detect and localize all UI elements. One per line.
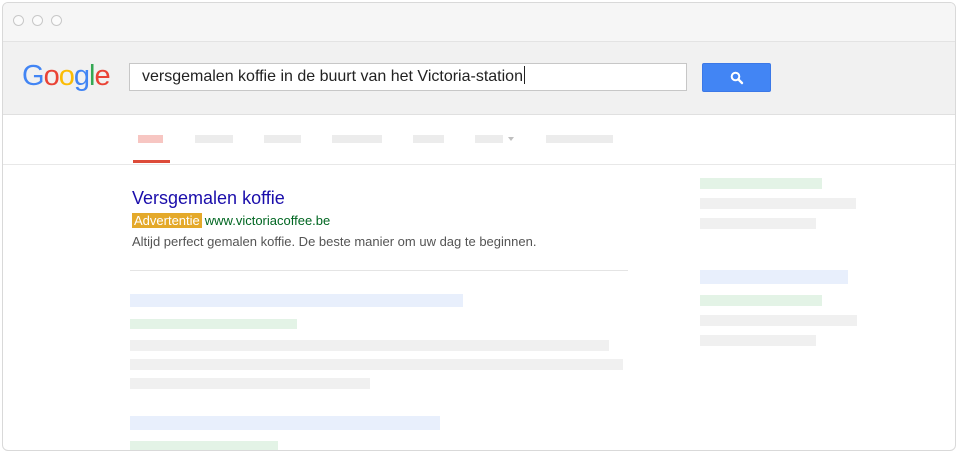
search-query-text: versgemalen koffie in de buurt van het V… — [142, 68, 523, 85]
result-snippet-placeholder — [130, 359, 623, 370]
result-url-placeholder — [130, 319, 297, 329]
search-tabs — [3, 115, 955, 165]
logo-letter: g — [73, 60, 90, 92]
search-icon — [730, 71, 744, 85]
tab-more[interactable] — [475, 135, 503, 143]
sidebar-placeholder — [700, 178, 822, 189]
tab-placeholder[interactable] — [332, 135, 382, 143]
ad-result-title[interactable]: Versgemalen koffie — [132, 187, 285, 209]
text-cursor — [523, 66, 525, 84]
logo-letter: o — [43, 60, 60, 92]
result-title-placeholder[interactable] — [130, 416, 440, 430]
logo-letter: e — [94, 60, 110, 92]
ad-badge: Advertentie — [132, 213, 202, 228]
tab-all[interactable] — [138, 135, 163, 143]
result-snippet-placeholder — [130, 340, 609, 351]
search-input[interactable]: versgemalen koffie in de buurt van het V… — [129, 63, 687, 91]
sidebar-placeholder[interactable] — [700, 270, 848, 284]
result-title-placeholder[interactable] — [130, 294, 463, 307]
ad-result-meta: Advertentie www.victoriacoffee.be — [132, 213, 330, 229]
tab-placeholder[interactable] — [195, 135, 233, 143]
maximize-window-button[interactable] — [51, 15, 62, 26]
results-divider — [130, 270, 628, 271]
logo-letter: o — [58, 60, 75, 92]
minimize-window-button[interactable] — [32, 15, 43, 26]
active-tab-indicator — [133, 160, 170, 163]
result-url-placeholder — [130, 441, 278, 450]
ad-result-url[interactable]: www.victoriacoffee.be — [205, 213, 331, 228]
search-header: Google versgemalen koffie in de buurt va… — [3, 42, 955, 115]
sidebar-placeholder — [700, 218, 816, 229]
sidebar-placeholder — [700, 335, 816, 346]
close-window-button[interactable] — [13, 15, 24, 26]
result-snippet-placeholder — [130, 378, 370, 389]
sidebar-placeholder — [700, 295, 822, 306]
ad-result-description: Altijd perfect gemalen koffie. De beste … — [132, 234, 537, 249]
sidebar-placeholder — [700, 198, 856, 209]
logo-letter: G — [22, 60, 45, 92]
sidebar-placeholder — [700, 315, 857, 326]
google-logo[interactable]: Google — [22, 58, 111, 94]
tab-placeholder[interactable] — [546, 135, 613, 143]
browser-window: Google versgemalen koffie in de buurt va… — [2, 2, 956, 451]
chevron-down-icon — [508, 137, 514, 141]
window-titlebar — [3, 3, 955, 42]
tab-placeholder[interactable] — [264, 135, 301, 143]
search-button[interactable] — [702, 63, 771, 92]
tab-placeholder[interactable] — [413, 135, 444, 143]
